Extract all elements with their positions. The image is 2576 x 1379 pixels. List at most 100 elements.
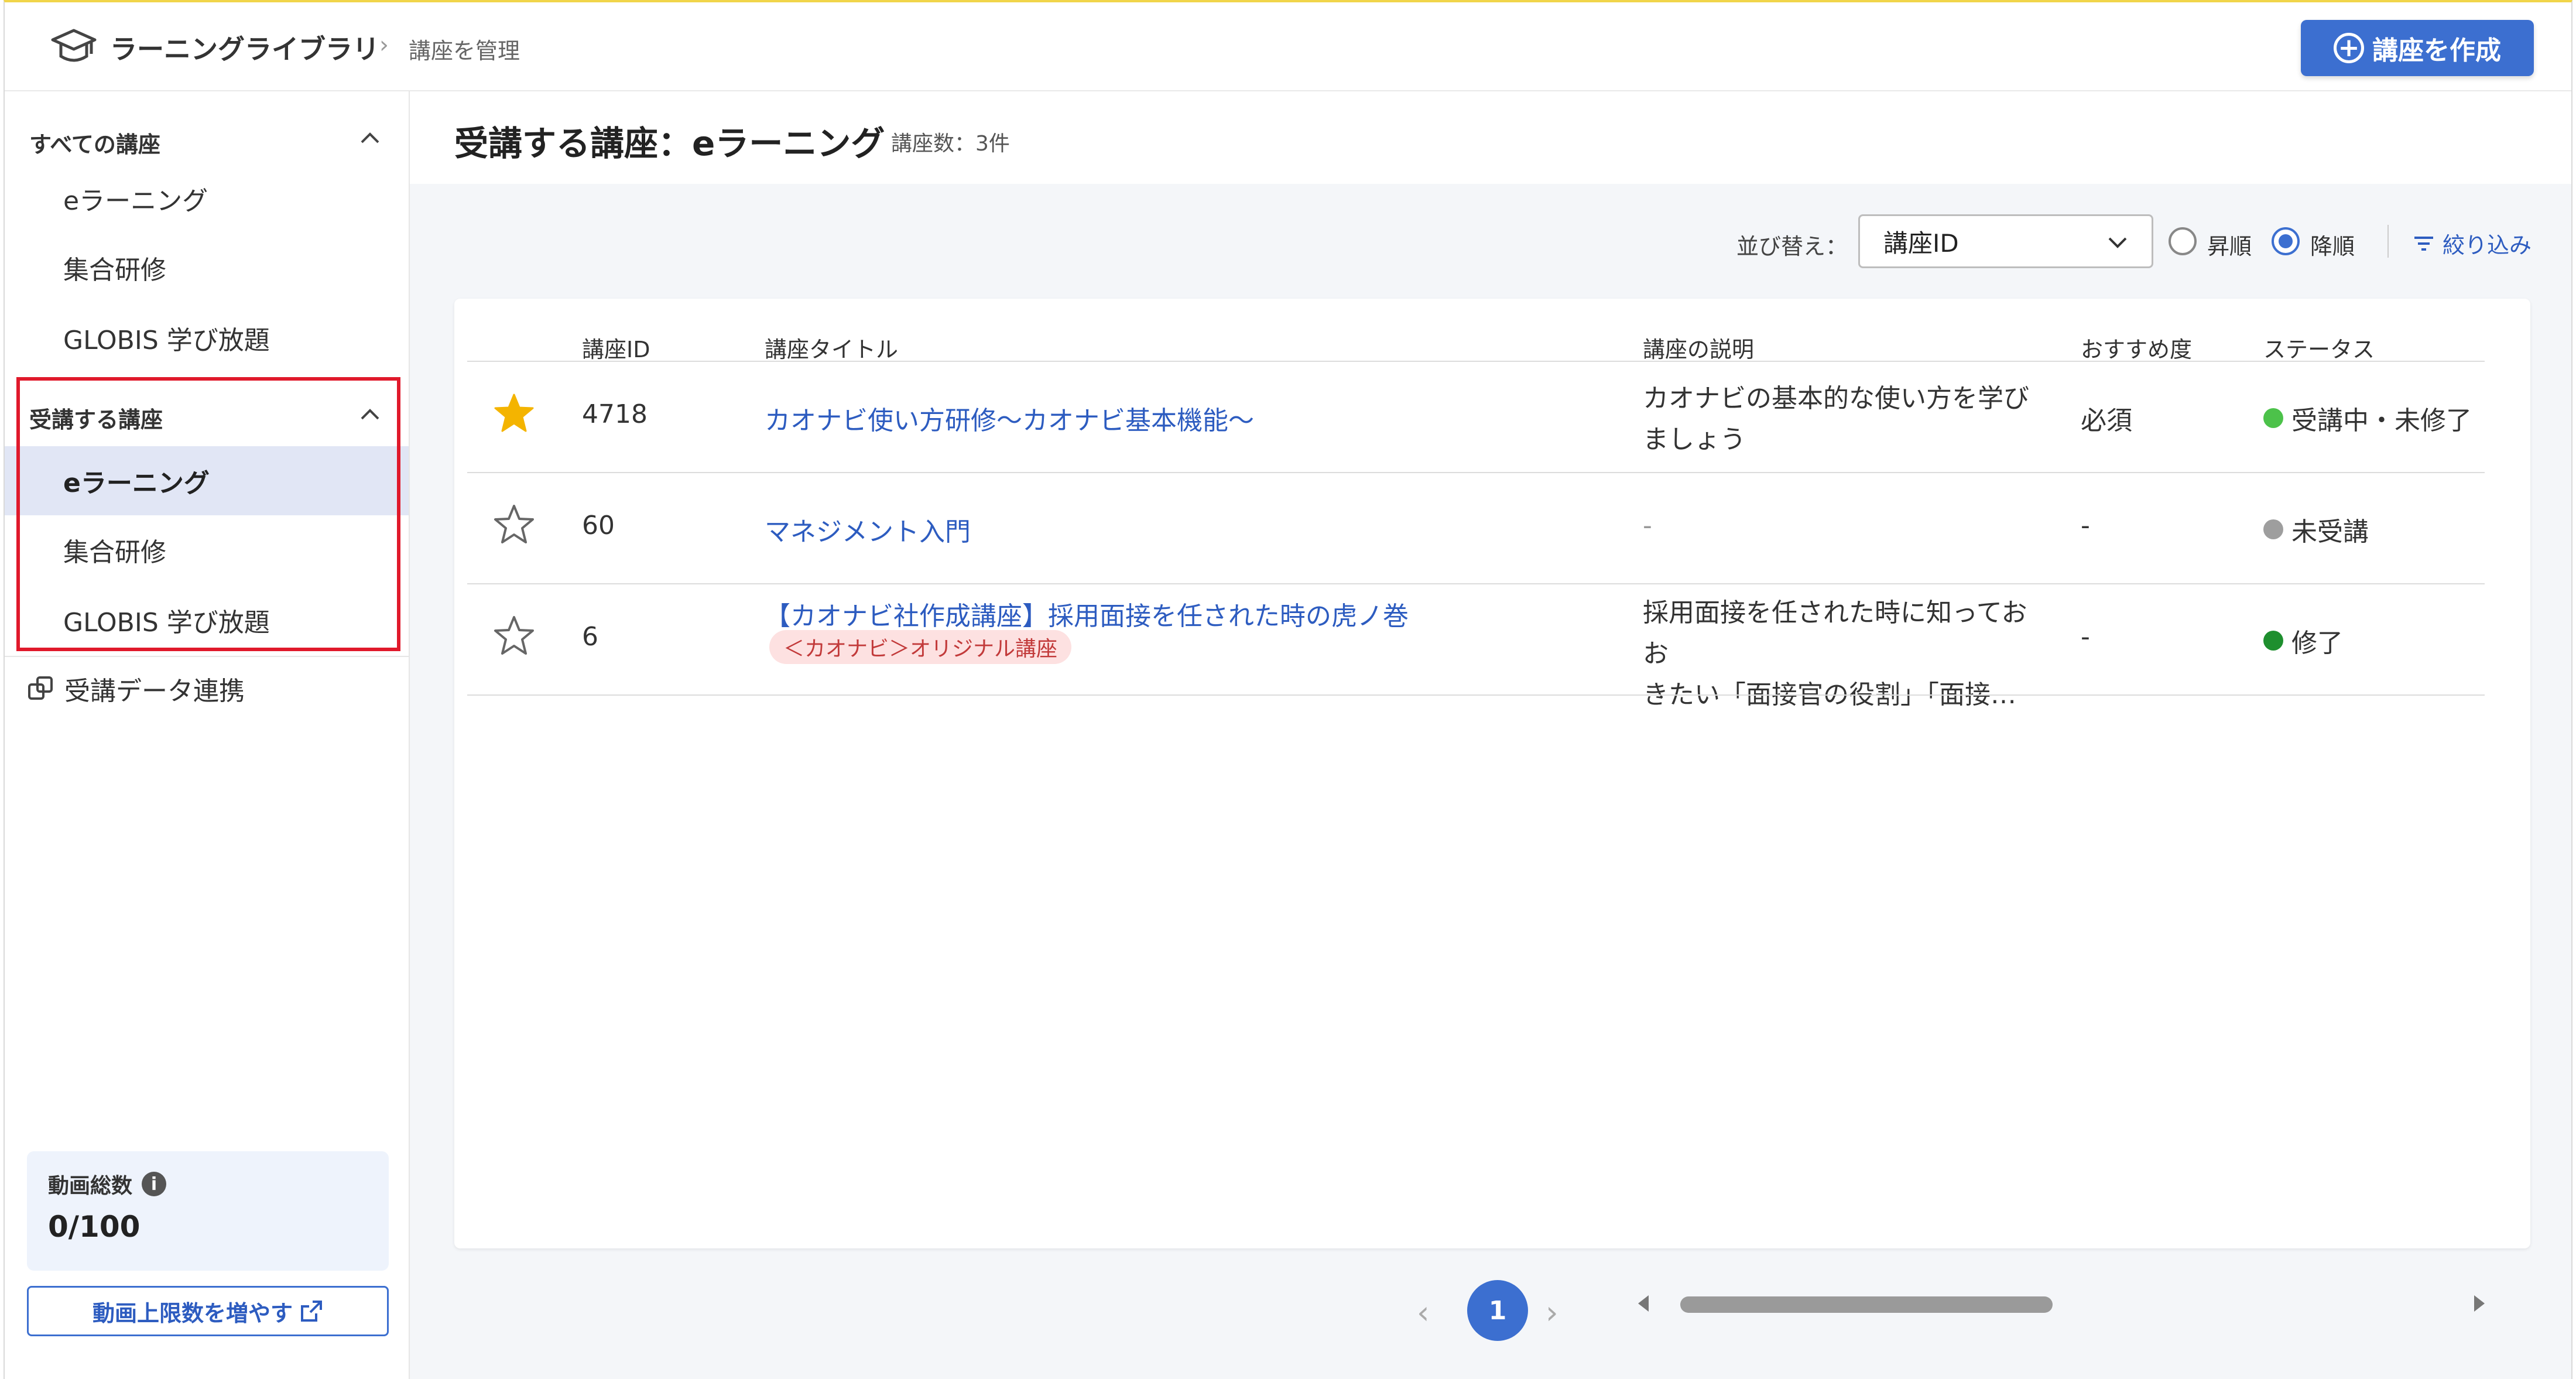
breadcrumb-separator: › <box>379 32 389 59</box>
course-recommend: 必須 <box>2081 406 2132 436</box>
column-header-status[interactable]: ステータス <box>2263 331 2375 364</box>
plus-circle-icon: + <box>2334 33 2364 63</box>
status-dot-icon <box>2263 519 2283 539</box>
scrollbar-thumb[interactable] <box>1680 1296 2053 1313</box>
course-recommend: - <box>2081 622 2090 652</box>
create-course-label: 講座を作成 <box>2372 36 2501 66</box>
sidebar-item-label: GLOBIS 学び放題 <box>63 326 270 355</box>
course-description-line: ましょう <box>1643 425 1746 454</box>
sidebar-item-all-globis[interactable]: GLOBIS 学び放題 <box>5 303 409 372</box>
pagination-next-button[interactable]: › <box>1546 1294 1558 1331</box>
column-header-recommend[interactable]: おすすめ度 <box>2081 331 2192 364</box>
top-header: ラーニングライブラリ › 講座を管理 + 講座を作成 <box>5 2 2571 91</box>
filter-label: 絞り込み <box>2443 232 2532 258</box>
star-outline-icon[interactable] <box>493 615 535 657</box>
sort-select-value: 講座ID <box>1883 228 1959 258</box>
chevron-up-icon[interactable] <box>358 403 382 426</box>
status-badge: 受講中・未修了 <box>2263 399 2472 437</box>
sort-desc-label[interactable]: 降順 <box>2310 228 2355 261</box>
status-badge: 未受講 <box>2263 511 2369 548</box>
status-label: 未受講 <box>2291 517 2369 547</box>
status-label: 修了 <box>2291 628 2343 658</box>
increase-video-limit-label: 動画上限数を増やす <box>92 1300 293 1326</box>
sync-link-icon <box>28 676 53 700</box>
main-header: 受講する講座：eラーニング 講座数：3件 <box>410 91 2571 184</box>
table-divider <box>467 361 2485 362</box>
course-description: - <box>1643 511 1652 540</box>
course-title-link[interactable]: 【カオナビ社作成講座】採用面接を任された時の虎ノ巻 <box>765 595 1409 632</box>
course-description: カオナビの基本的な使い方を学び ましょう <box>1643 378 2053 460</box>
sidebar-item-my-globis[interactable]: GLOBIS 学び放題 <box>5 586 409 655</box>
sidebar-section-my-courses[interactable]: 受講する講座 <box>29 402 163 434</box>
sidebar-item-all-group-training[interactable]: 集合研修 <box>5 233 409 302</box>
course-description-line: カオナビの基本的な使い方を学び <box>1643 384 2029 413</box>
status-dot-icon <box>2263 631 2283 651</box>
pagination-prev-button[interactable]: ‹ <box>1417 1294 1430 1331</box>
sidebar-item-my-group-training[interactable]: 集合研修 <box>5 515 409 584</box>
sort-desc-radio[interactable] <box>2272 227 2300 255</box>
video-total-value: 0/100 <box>48 1210 141 1244</box>
course-count: 講座数：3件 <box>891 132 1010 156</box>
sidebar-item-data-sync[interactable]: 受講データ連携 <box>27 670 245 707</box>
sidebar-item-all-elearning[interactable]: eラーニング <box>5 164 409 233</box>
sidebar-item-label: eラーニング <box>63 468 210 498</box>
star-filled-icon[interactable] <box>493 392 535 434</box>
pagination: ‹ 1 › <box>1417 1280 1592 1344</box>
graduation-cap-icon <box>51 29 97 62</box>
filter-button[interactable]: 絞り込み <box>2412 227 2532 259</box>
page-title: 受講する講座：eラーニング <box>454 124 885 163</box>
status-badge: 修了 <box>2263 622 2343 659</box>
course-title-link[interactable]: カオナビ使い方研修〜カオナビ基本機能〜 <box>765 399 1254 437</box>
course-recommend: - <box>2081 511 2090 540</box>
course-id: 60 <box>582 511 615 540</box>
course-description: 採用面接を任された時に知っておお きたい「面接官の役割」「面接… <box>1643 593 2053 716</box>
column-header-title[interactable]: 講座タイトル <box>765 331 898 364</box>
create-course-button[interactable]: + 講座を作成 <box>2301 20 2534 76</box>
sidebar-item-label: eラーニング <box>63 186 208 216</box>
sidebar-item-label: 集合研修 <box>63 255 166 285</box>
sort-label: 並び替え： <box>1736 234 1848 259</box>
original-course-tag: ＜カオナビ＞オリジナル講座 <box>769 630 1072 664</box>
sidebar: すべての講座 eラーニング 集合研修 GLOBIS 学び放題 受講する講座 eラ… <box>5 91 410 1379</box>
toolbar-divider <box>2387 225 2389 258</box>
chevron-up-icon[interactable] <box>358 126 382 150</box>
video-total-label: 動画総数 <box>48 1174 133 1198</box>
table-divider <box>467 472 2485 473</box>
sidebar-item-label: 受講データ連携 <box>64 676 245 706</box>
sidebar-divider <box>5 656 409 657</box>
sidebar-section-all-courses[interactable]: すべての講座 <box>29 126 160 159</box>
table-divider <box>467 583 2485 584</box>
scroll-right-arrow-icon[interactable] <box>2474 1295 2485 1312</box>
status-dot-icon <box>2263 408 2283 428</box>
course-description-line: 採用面接を任された時に知っておお <box>1643 598 2027 669</box>
course-title-link[interactable]: マネジメント入門 <box>765 511 971 548</box>
star-outline-icon[interactable] <box>493 504 535 546</box>
chevron-down-icon <box>2108 237 2127 248</box>
sort-select[interactable]: 講座ID <box>1858 214 2153 268</box>
column-header-id[interactable]: 講座ID <box>582 331 650 364</box>
table-divider <box>467 694 2485 696</box>
course-id: 4718 <box>582 399 648 429</box>
sort-asc-radio[interactable] <box>2169 227 2197 255</box>
filter-icon <box>2414 236 2433 251</box>
sort-asc-label[interactable]: 昇順 <box>2207 228 2252 261</box>
scroll-left-arrow-icon[interactable] <box>1638 1295 1649 1312</box>
breadcrumb[interactable]: 講座を管理 <box>409 33 520 65</box>
increase-video-limit-button[interactable]: 動画上限数を増やす <box>27 1286 389 1336</box>
course-table: 講座ID 講座タイトル 講座の説明 おすすめ度 ステータス 4718 カオナビ使… <box>454 299 2530 1313</box>
external-link-icon <box>301 1301 322 1322</box>
sidebar-item-my-elearning[interactable]: eラーニング <box>5 446 409 515</box>
app-title[interactable]: ラーニングライブラリ <box>110 28 379 67</box>
video-total-panel: 動画総数 i 0/100 <box>27 1151 389 1271</box>
info-icon[interactable]: i <box>142 1172 167 1196</box>
sidebar-item-label: GLOBIS 学び放題 <box>63 608 270 638</box>
horizontal-scrollbar[interactable] <box>1638 1291 2485 1316</box>
sidebar-item-label: 集合研修 <box>63 538 166 567</box>
pagination-current-page[interactable]: 1 <box>1467 1280 1528 1341</box>
course-id: 6 <box>582 622 598 652</box>
app-frame: ラーニングライブラリ › 講座を管理 + 講座を作成 すべての講座 eラーニング… <box>4 0 2572 1379</box>
status-label: 受講中・未修了 <box>2291 406 2472 436</box>
video-total-label-row: 動画総数 i <box>48 1169 368 1199</box>
column-header-description[interactable]: 講座の説明 <box>1643 331 1754 364</box>
main-content: 受講する講座：eラーニング 講座数：3件 並び替え： 講座ID 昇順 降順 絞り… <box>410 91 2571 1379</box>
